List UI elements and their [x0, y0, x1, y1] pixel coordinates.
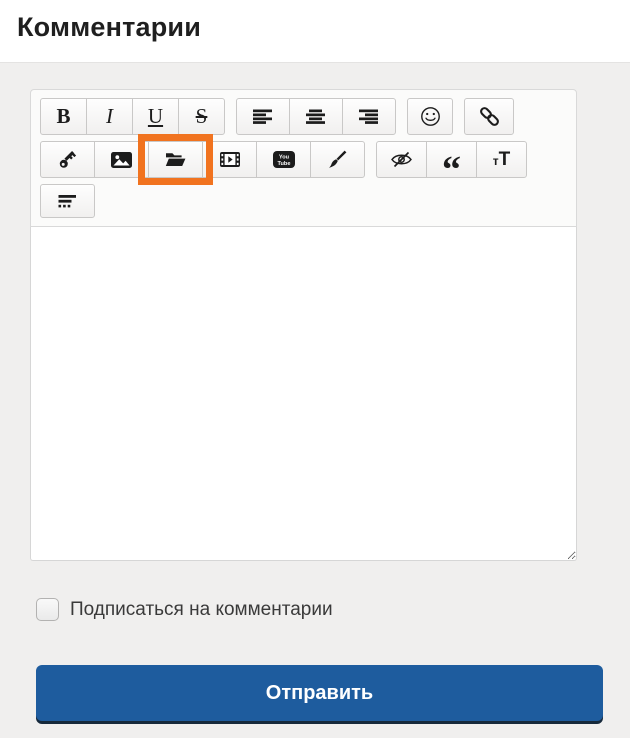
format-extra-group: “ тT	[376, 141, 527, 178]
bold-button[interactable]: B	[40, 98, 87, 135]
page-header: Комментарии	[0, 0, 630, 62]
strikethrough-label: S	[196, 106, 208, 127]
comment-editor: B I U S	[30, 89, 577, 561]
italic-button[interactable]: I	[86, 98, 133, 135]
italic-label: I	[106, 106, 113, 127]
folder-button[interactable]	[148, 141, 203, 178]
strikethrough-button[interactable]: S	[178, 98, 225, 135]
quote-button[interactable]: “	[426, 141, 477, 178]
comment-textarea[interactable]	[30, 227, 577, 561]
underline-button[interactable]: U	[132, 98, 179, 135]
media-group: YouTube	[40, 141, 365, 178]
page-title: Комментарии	[17, 12, 630, 43]
align-right-icon	[359, 109, 379, 124]
comments-panel: B I U S	[0, 62, 630, 738]
cut-icon	[58, 194, 77, 209]
text-style-group: B I U S	[40, 98, 225, 135]
align-left-icon	[253, 109, 273, 124]
toolbar-row-1: B I U S	[40, 98, 567, 135]
cut-button[interactable]	[40, 184, 95, 218]
subscribe-label[interactable]: Подписаться на комментарии	[70, 599, 333, 621]
brush-icon	[328, 150, 347, 169]
key-icon	[58, 150, 78, 170]
emoticon-button[interactable]	[407, 98, 453, 135]
text-size-button[interactable]: тT	[476, 141, 527, 178]
brush-button[interactable]	[310, 141, 365, 178]
underline-label: U	[148, 106, 163, 127]
toolbar-row-2: YouTube	[40, 141, 567, 178]
link-icon	[479, 106, 500, 127]
toolbar-row-3	[40, 184, 567, 218]
align-right-button[interactable]	[342, 98, 396, 135]
align-center-icon	[306, 109, 326, 124]
svg-text:Tube: Tube	[277, 161, 290, 167]
bold-label: B	[56, 106, 70, 127]
align-left-button[interactable]	[236, 98, 290, 135]
eye-slash-icon	[390, 151, 413, 168]
image-icon	[111, 152, 132, 168]
subscribe-row: Подписаться на комментарии	[36, 598, 630, 621]
text-size-icon: тT	[493, 149, 511, 171]
subscribe-checkbox[interactable]	[36, 598, 59, 621]
image-button[interactable]	[94, 141, 149, 178]
video-button[interactable]	[202, 141, 257, 178]
align-center-button[interactable]	[289, 98, 343, 135]
youtube-button[interactable]: YouTube	[256, 141, 311, 178]
folder-icon	[165, 151, 186, 168]
link-button[interactable]	[464, 98, 514, 135]
editor-toolbar: B I U S	[30, 89, 577, 227]
smiley-icon	[420, 106, 441, 127]
key-button[interactable]	[40, 141, 95, 178]
submit-button[interactable]: Отправить	[36, 665, 603, 721]
youtube-icon: YouTube	[273, 151, 295, 168]
film-icon	[220, 152, 240, 167]
svg-text:You: You	[278, 155, 289, 161]
align-group	[236, 98, 396, 135]
hidden-text-button[interactable]	[376, 141, 427, 178]
